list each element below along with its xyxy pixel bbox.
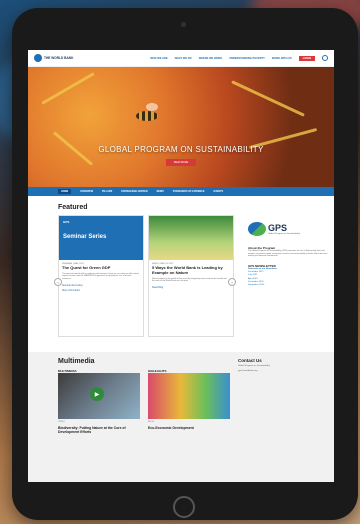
play-icon[interactable]: ▶ bbox=[90, 387, 104, 401]
globe-icon bbox=[34, 54, 42, 62]
flower-petal bbox=[231, 80, 305, 117]
highlights-image[interactable] bbox=[148, 373, 230, 419]
home-button[interactable] bbox=[173, 496, 195, 518]
highlights-item[interactable]: HIGHLIGHTS BLOG Eco-Economic Development bbox=[148, 369, 230, 434]
card-body: Natural capital is the wealth of the poo… bbox=[152, 277, 227, 283]
program-sidebar: GPS Global Program on Sustainability Abo… bbox=[248, 214, 328, 288]
main-nav: WHO WE ARE WHAT WE DO WHERE WE WORK UNDE… bbox=[150, 55, 328, 61]
highlights-meta: BLOG bbox=[148, 421, 155, 423]
search-icon[interactable] bbox=[322, 55, 328, 61]
featured-title: Featured bbox=[58, 204, 88, 211]
sub-navigation: HOME OVERVIEW PILLARS KNOWLEDGE CENTER N… bbox=[28, 187, 334, 196]
subnav-events[interactable]: EVENTS bbox=[213, 190, 223, 193]
hero-read-more-button[interactable]: READ MORE bbox=[166, 159, 196, 166]
seminar-series-text: Seminar Series bbox=[63, 234, 107, 240]
contact-email[interactable]: gps@worldbank.org bbox=[238, 370, 318, 373]
nav-work-with-us[interactable]: WORK WITH US bbox=[272, 57, 292, 60]
gps-badge: GPS bbox=[63, 220, 70, 224]
multimedia-meta: VIDEO bbox=[58, 421, 65, 423]
gps-logo: GPS Global Program on Sustainability bbox=[248, 222, 328, 236]
subnav-standards[interactable]: STANDARDS OF EVIDENCE bbox=[173, 190, 205, 193]
gps-logo-subtitle: Global Program on Sustainability bbox=[268, 233, 300, 235]
highlights-item-title[interactable]: Eco-Economic Development bbox=[148, 426, 230, 430]
nav-what-we-do[interactable]: WHAT WE DO bbox=[175, 57, 192, 60]
multimedia-item-title[interactable]: Biodiversity: Putting Nature at the Core… bbox=[58, 426, 140, 434]
multimedia-section: Multimedia MULTIMEDIA ▶ VIDEO Biodiversi… bbox=[28, 352, 334, 482]
about-text: The Global Program on Sustainability (GP… bbox=[248, 250, 328, 258]
nav-who-we-are[interactable]: WHO WE ARE bbox=[150, 57, 167, 60]
card-image bbox=[149, 216, 233, 260]
site-header: THE WORLD BANK WHO WE ARE WHAT WE DO WHE… bbox=[28, 50, 334, 67]
carousel-prev-icon[interactable]: ‹ bbox=[54, 278, 62, 286]
multimedia-row: MULTIMEDIA ▶ VIDEO Biodiversity: Putting… bbox=[58, 369, 334, 434]
carousel-next-icon[interactable]: › bbox=[228, 278, 236, 286]
multimedia-item[interactable]: MULTIMEDIA ▶ VIDEO Biodiversity: Putting… bbox=[58, 369, 140, 434]
contact-text: Global Program on Sustainability bbox=[238, 365, 270, 367]
featured-card[interactable]: GPS Seminar Series WEBINAR | MAY 2021 Th… bbox=[58, 215, 144, 337]
flower-petal bbox=[41, 72, 95, 105]
card-title[interactable]: 5 Ways the World Bank is Leading by Exam… bbox=[149, 265, 233, 276]
gps-logo-icon bbox=[248, 222, 266, 236]
logo-text: THE WORLD BANK bbox=[44, 56, 74, 60]
nav-where-we-work[interactable]: WHERE WE WORK bbox=[199, 57, 223, 60]
tablet-screen: THE WORLD BANK WHO WE ARE WHAT WE DO WHE… bbox=[28, 50, 334, 482]
contact-title: Contact Us bbox=[238, 358, 262, 363]
camera-icon bbox=[181, 22, 186, 27]
card-link[interactable]: More Information bbox=[59, 288, 143, 293]
featured-section: Featured GPS Seminar Series WEBINAR | MA… bbox=[28, 196, 334, 352]
subnav-pillars[interactable]: PILLARS bbox=[102, 190, 112, 193]
nav-understanding-poverty[interactable]: UNDERSTANDING POVERTY bbox=[229, 57, 265, 60]
login-button[interactable]: LOGIN bbox=[298, 55, 315, 61]
subnav-news[interactable]: NEWS bbox=[157, 190, 164, 193]
hero-banner: GLOBAL PROGRAM ON SUSTAINABILITY READ MO… bbox=[28, 67, 334, 187]
card-link[interactable]: Read Blog bbox=[149, 285, 233, 290]
subnav-knowledge-center[interactable]: KNOWLEDGE CENTER bbox=[121, 190, 147, 193]
subnav-home[interactable]: HOME bbox=[58, 189, 72, 194]
bee-wing bbox=[146, 103, 158, 111]
hero-title: GLOBAL PROGRAM ON SUSTAINABILITY bbox=[98, 145, 264, 154]
video-thumbnail[interactable]: ▶ bbox=[58, 373, 140, 419]
card-image: GPS Seminar Series bbox=[59, 216, 143, 260]
bee-image bbox=[136, 111, 158, 121]
world-bank-logo[interactable]: THE WORLD BANK bbox=[34, 54, 73, 62]
gps-logo-word: GPS bbox=[268, 223, 288, 233]
subnav-overview[interactable]: OVERVIEW bbox=[80, 190, 93, 193]
newsletter-issue-link[interactable]: September 2020 bbox=[248, 284, 328, 287]
contact-box: Contact Us Global Program on Sustainabil… bbox=[238, 358, 318, 373]
featured-card[interactable]: NEWS | MAY 20 2021 5 Ways the World Bank… bbox=[148, 215, 234, 337]
card-body: The seminar formed with an audience with… bbox=[62, 272, 139, 280]
